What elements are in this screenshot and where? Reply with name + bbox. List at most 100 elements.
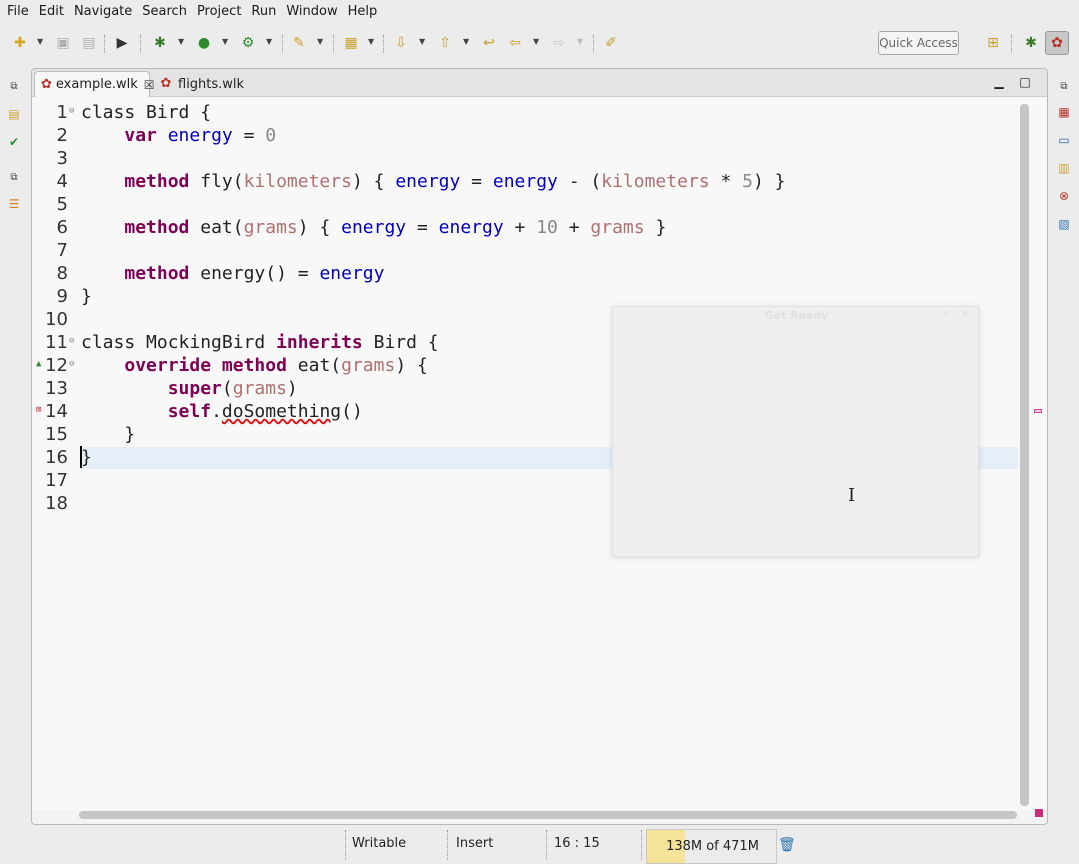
code-text: method energy() = energy: [81, 262, 384, 285]
menu-run[interactable]: Run: [246, 0, 281, 23]
minimize-icon[interactable]: –: [921, 309, 926, 320]
horizontal-scroll-thumb[interactable]: [79, 811, 1017, 819]
code-token: ): [286, 378, 298, 399]
horizontal-scrollbar[interactable]: [79, 810, 1019, 820]
line-number: 6: [56, 217, 68, 238]
code-text: override method eat(grams) {: [81, 354, 428, 377]
debug-icon[interactable]: ✱: [151, 34, 169, 52]
code-line[interactable]: 2 var energy = 0: [32, 124, 1018, 147]
menu-file[interactable]: File: [2, 0, 34, 23]
debug-dropdown-icon[interactable]: ▼: [178, 38, 186, 46]
line-number: 10: [45, 309, 68, 330]
tests-icon[interactable]: ✔: [6, 134, 22, 150]
fold-toggle-icon[interactable]: ⊖: [69, 337, 78, 346]
error-marker-icon[interactable]: ⊠: [36, 406, 41, 415]
problems-icon[interactable]: ▦: [1056, 104, 1072, 120]
pin-editor-icon[interactable]: ✐: [602, 34, 620, 52]
code-token: class: [81, 332, 136, 353]
code-line[interactable]: 7: [32, 239, 1018, 262]
previous-annotation-dropdown-icon[interactable]: ▼: [463, 38, 471, 46]
minimize-icon[interactable]: ▁: [992, 75, 1006, 89]
last-edit-icon[interactable]: ↩: [480, 34, 498, 52]
external-tools-dropdown-icon[interactable]: ▼: [266, 38, 274, 46]
previous-annotation-icon[interactable]: ⇧: [436, 34, 454, 52]
forward-icon[interactable]: ⇨: [550, 34, 568, 52]
debug-perspective-icon[interactable]: ✱: [1022, 34, 1040, 52]
open-type-dropdown-icon[interactable]: ▼: [317, 38, 325, 46]
menu-edit[interactable]: Edit: [34, 0, 69, 23]
open-task-dropdown-icon[interactable]: ▼: [368, 38, 376, 46]
back-dropdown-icon[interactable]: ▼: [533, 38, 541, 46]
open-perspective-icon[interactable]: ⊞: [984, 34, 1002, 52]
next-annotation-dropdown-icon[interactable]: ▼: [419, 38, 427, 46]
floating-window[interactable]: Get Ready – + ✕: [612, 306, 979, 557]
open-task-icon[interactable]: ▦: [342, 34, 360, 52]
code-line[interactable]: 9}: [32, 285, 1018, 308]
restore-icon[interactable]: ⧉: [1056, 79, 1072, 95]
code-line[interactable]: 5: [32, 193, 1018, 216]
save-icon[interactable]: ▣: [54, 34, 72, 52]
menu-search[interactable]: Search: [137, 0, 192, 23]
vertical-scroll-thumb[interactable]: [1020, 104, 1029, 806]
code-token: eat(: [189, 217, 244, 238]
console-icon[interactable]: ▭: [1056, 132, 1072, 148]
code-line[interactable]: 8 method energy() = energy: [32, 262, 1018, 285]
open-type-icon[interactable]: ✎: [290, 34, 308, 52]
code-text: class Bird {: [81, 101, 211, 124]
code-token: energy: [319, 263, 385, 284]
menu-bar: File Edit Navigate Search Project Run Window He…: [0, 0, 1079, 23]
run-icon[interactable]: ●: [195, 34, 213, 52]
forward-dropdown-icon[interactable]: ▼: [577, 38, 585, 46]
search-results-icon[interactable]: ▧: [1056, 216, 1072, 232]
terminal-icon[interactable]: ▶: [113, 34, 131, 52]
code-line[interactable]: 3: [32, 147, 1018, 170]
package-explorer-icon[interactable]: ▤: [6, 106, 22, 122]
overview-ruler-error-marker[interactable]: [1034, 409, 1042, 413]
maximize-icon[interactable]: +: [941, 309, 949, 320]
new-icon[interactable]: ✚: [11, 34, 29, 52]
code-token: ) {: [351, 171, 396, 192]
tab-example-wlk[interactable]: ✿ example.wlk ☒: [34, 71, 155, 97]
save-all-icon[interactable]: ▤: [80, 34, 98, 52]
wollok-perspective-icon[interactable]: ✿: [1045, 31, 1069, 55]
menu-window[interactable]: Window: [281, 0, 342, 23]
code-token: Bird {: [135, 102, 212, 123]
fold-toggle-icon[interactable]: ⊖: [69, 360, 78, 369]
override-marker-icon[interactable]: ▲: [36, 360, 41, 369]
external-tools-icon[interactable]: ⚙: [239, 34, 257, 52]
menu-help[interactable]: Help: [343, 0, 383, 23]
code-token: energy: [438, 217, 504, 238]
restore-icon[interactable]: ⧉: [6, 170, 22, 186]
repl-icon[interactable]: ▥: [1056, 160, 1072, 176]
code-line[interactable]: 1 ⊖ class Bird {: [32, 101, 1018, 124]
cursor-position: 16 : 15: [554, 836, 600, 851]
close-icon[interactable]: ✕: [961, 309, 969, 320]
code-text: }: [81, 285, 92, 308]
heap-status[interactable]: 138M of 471M: [646, 829, 777, 864]
code-token: method: [221, 355, 287, 376]
line-number: 7: [56, 240, 68, 261]
restore-icon[interactable]: ⧉: [6, 79, 22, 95]
code-token: }: [644, 217, 667, 238]
code-token: ) {: [395, 355, 428, 376]
next-annotation-icon[interactable]: ⇩: [392, 34, 410, 52]
menu-project[interactable]: Project: [192, 0, 246, 23]
garbage-collect-icon[interactable]: 🗑: [778, 837, 796, 853]
outline-icon[interactable]: ☰: [6, 196, 22, 212]
toolbar-separator: [282, 35, 283, 53]
vertical-scrollbar[interactable]: [1018, 102, 1030, 808]
error-log-icon[interactable]: ⊗: [1056, 188, 1072, 204]
code-line[interactable]: 4 method fly(kilometers) { energy = ener…: [32, 170, 1018, 193]
menu-navigate[interactable]: Navigate: [69, 0, 137, 23]
new-dropdown-icon[interactable]: ▼: [37, 38, 45, 46]
tab-flights-wlk[interactable]: ✿ flights.wlk: [152, 71, 252, 97]
maximize-icon[interactable]: □: [1018, 75, 1032, 89]
run-dropdown-icon[interactable]: ▼: [222, 38, 230, 46]
quick-access-field[interactable]: Quick Access: [878, 31, 959, 55]
code-token: doSomething: [221, 401, 342, 422]
back-icon[interactable]: ⇦: [506, 34, 524, 52]
fold-toggle-icon[interactable]: ⊖: [69, 107, 78, 116]
code-line[interactable]: 6 method eat(grams) { energy = energy + …: [32, 216, 1018, 239]
